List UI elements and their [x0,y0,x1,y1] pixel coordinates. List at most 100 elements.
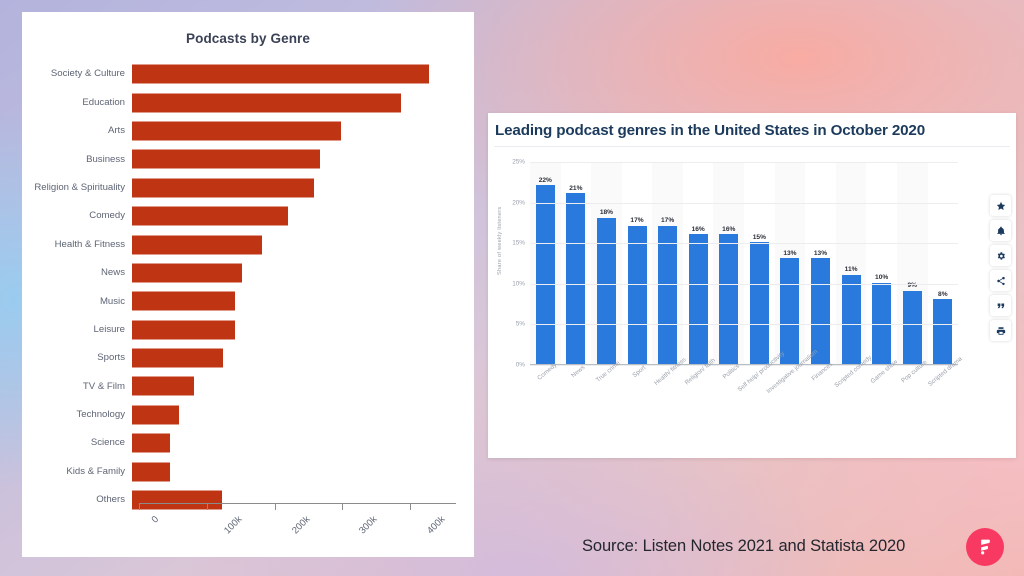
statista-bar-column: 11% [835,162,867,364]
share-icon[interactable] [990,270,1011,291]
left-bar-track [132,88,474,116]
statista-bar [535,185,555,364]
left-bar-row: TV & Film [22,372,474,400]
cite-icon[interactable] [990,295,1011,316]
left-bar-row: Arts [22,117,474,145]
statista-chart-body: Share of weekly listeners 22% 21% 18% 17% 17… [488,147,1016,437]
statista-gridline [530,162,958,163]
left-bar-category-label: Music [99,295,125,307]
statista-y-tick-label: 25% [512,158,525,166]
left-bar-category-label: Arts [107,125,125,137]
statista-bar-value-label: 21% [569,184,583,192]
y-axis-label: Share of weekly listeners [497,206,503,275]
statista-chart-card: Leading podcast genres in the United Sta… [488,113,1016,458]
statista-x-label-cell: Health/ fitness [652,356,688,387]
statista-chart-title: Leading podcast genres in the United Sta… [495,122,926,139]
statista-x-axis-labels: Comedy News True crime Sport Health/ fitness… [530,348,963,395]
statista-bar-column: 16% [683,162,714,364]
statista-bar [596,217,616,364]
statista-tool-rail [990,195,1011,341]
left-chart-plot: Society & Culture Education Arts Business Re… [22,60,474,530]
left-bar-track [132,287,474,315]
left-bar [132,93,401,113]
left-bar-track [132,316,474,344]
statista-bar-column: 17% [622,162,653,364]
statista-gridline [530,202,958,204]
statista-x-label-cell: Religion/ faith [683,357,717,386]
alert-icon[interactable] [990,220,1011,241]
left-bar-row: Music [22,287,474,315]
brand-glyph [981,539,990,555]
left-x-tick [274,504,276,510]
left-bar-row: Religion & Spirituality [22,174,474,202]
statista-y-tick-label: 10% [512,280,525,288]
left-bar-track [132,259,474,287]
left-bar-track [132,457,474,485]
left-bar-category-label: Kids & Family [66,465,125,477]
left-bar-category-label: Health & Fitness [54,238,125,250]
statista-bar-column: 22% [530,162,561,364]
left-bar [132,462,170,482]
left-bar [132,206,288,226]
statista-y-tick-label: 5% [515,320,525,328]
left-bar-category-label: Society & Culture [50,68,125,80]
left-bar [132,235,263,255]
left-bar-row: Kids & Family [22,457,474,485]
statista-y-tick-label: 0% [515,361,525,369]
statista-bar-value-label: 18% [599,209,614,217]
left-bar [132,291,235,311]
print-icon[interactable] [990,320,1011,341]
left-bar-category-label: TV & Film [82,380,125,392]
left-bar-track [132,145,474,173]
left-bar-row: Technology [22,401,474,429]
statista-bar-value-label: 10% [875,274,889,282]
statista-bar [566,193,586,364]
statista-bar-column: 21% [561,162,592,364]
left-bar-category-label: Technology [76,409,125,421]
left-bar-track [132,202,474,230]
statista-x-label-cell: Game show [866,358,899,385]
settings-icon[interactable] [990,245,1011,266]
statista-bar-column: 9% [896,162,928,364]
statista-x-tick-label: Sport [631,364,648,380]
statista-bar [933,299,953,364]
statista-gridline [530,243,958,245]
statista-bar [749,242,769,364]
left-bar-track [132,372,474,400]
statista-bar-value-label: 11% [844,266,858,274]
left-bar-row: Comedy [22,202,474,230]
brand-logo [966,528,1004,566]
statista-bar-column: 8% [928,162,959,364]
statista-y-tick-label: 20% [512,199,525,207]
left-bar-category-label: Business [86,153,125,165]
statista-x-label-cell: Finances [805,361,836,383]
statista-bar [627,225,647,364]
statista-x-label-cell: Self help/ productivity [737,350,787,393]
statista-bar-value-label: 13% [783,249,797,257]
statista-bar-value-label: 16% [691,225,705,233]
left-bar-track [132,429,474,457]
statista-bar-column: 13% [805,162,836,364]
left-bar [132,376,194,396]
left-x-tick [206,504,208,510]
statista-plot-area: 22% 21% 18% 17% 17% 16% 16% 15% 13% 13% 11% 10% 9% 8%… [512,159,959,369]
left-bar-category-label: Religion & Spirituality [34,181,125,193]
left-bar-category-label: Education [82,96,125,108]
left-x-tick [139,504,141,510]
slide-canvas: Podcasts by Genre Society & Culture Educa… [0,0,1024,576]
left-bar-row: Sports [22,344,474,372]
statista-bar [902,290,922,364]
left-x-tick [342,504,344,510]
statista-x-label-cell: Scripted comedy [833,354,873,389]
left-bar [132,405,180,425]
statista-bar-column: 10% [866,162,897,364]
statista-bar-column: 13% [774,162,806,364]
statista-bar [841,274,861,364]
left-bar-track [132,60,474,88]
statista-bar-column: 17% [652,162,683,364]
statista-bar-value-label: 16% [722,225,736,233]
statista-x-label-cell: Investigative journalism [765,348,819,395]
left-bar [132,348,224,368]
favorite-icon[interactable] [990,195,1011,216]
left-bar-track [132,230,474,258]
